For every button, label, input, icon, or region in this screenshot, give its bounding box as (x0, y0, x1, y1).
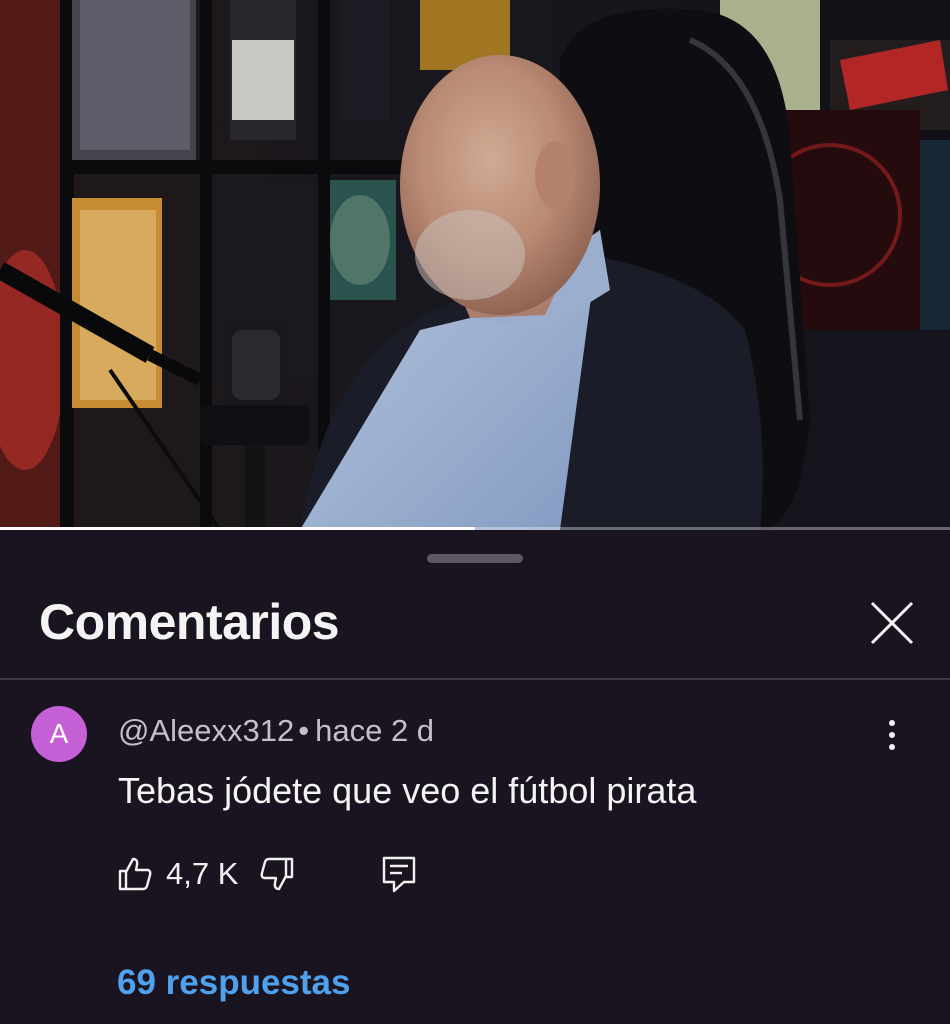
comment-text: Tebas jódete que veo el fútbol pirata (118, 770, 697, 811)
more-vert-icon-dot (889, 744, 895, 750)
reply-icon (383, 856, 416, 893)
comments-panel: Comentarios A @Aleexx312 • hace 2 d Tebas … (0, 531, 950, 1024)
thumb-down-icon (260, 857, 294, 891)
replies-link[interactable]: 69 respuestas (117, 963, 350, 1003)
more-vert-icon-dot (889, 732, 895, 738)
thumb-up-icon (118, 857, 152, 891)
panel-title: Comentarios (39, 594, 340, 650)
like-count: 4,7 K (166, 856, 239, 891)
video-player[interactable] (0, 0, 950, 530)
drag-handle[interactable] (427, 554, 523, 563)
like-button[interactable] (116, 855, 154, 893)
comment-meta: @Aleexx312 • hace 2 d (118, 713, 434, 749)
meta-separator: • (298, 713, 310, 748)
divider (0, 678, 950, 680)
video-progress-fill (0, 527, 475, 530)
video-frame (0, 0, 950, 530)
comment-actions: 4,7 K (116, 851, 418, 897)
close-icon (870, 601, 914, 645)
reply-button[interactable] (380, 854, 418, 894)
more-options-button[interactable] (872, 715, 912, 755)
close-button[interactable] (866, 597, 918, 649)
avatar-letter: A (49, 718, 69, 749)
avatar[interactable]: A (31, 706, 87, 762)
video-progress-bar[interactable] (0, 527, 950, 530)
comment-time: hace 2 d (315, 713, 435, 748)
more-vert-icon-dot (889, 720, 895, 726)
comment-author[interactable]: @Aleexx312 (118, 713, 294, 748)
dislike-button[interactable] (258, 855, 296, 893)
